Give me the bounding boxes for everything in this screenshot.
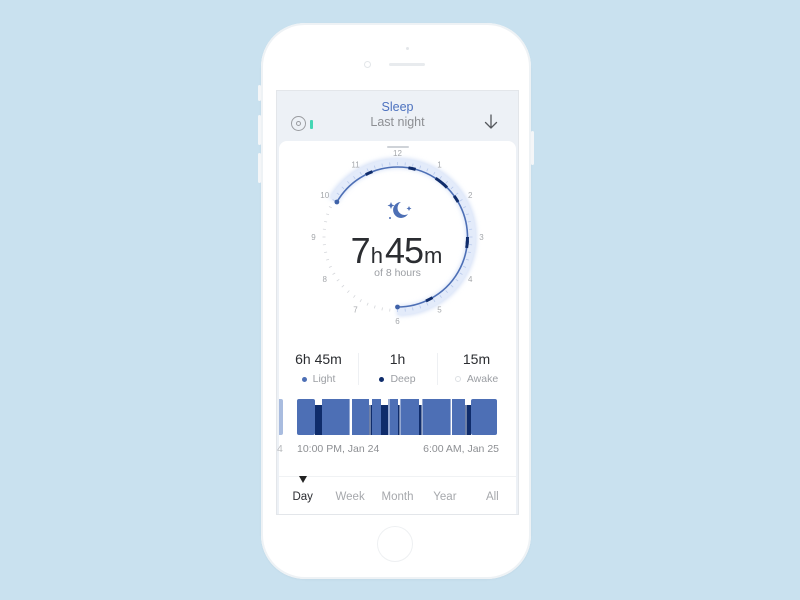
- stat-label: Light: [312, 373, 336, 385]
- timeline-segment-light: [372, 399, 381, 435]
- page-subtitle: Last night: [370, 115, 425, 129]
- timeline-segment-light: [452, 399, 465, 435]
- stat-deep: 1h Deep: [358, 347, 437, 395]
- hour-label: 6: [395, 317, 400, 326]
- sleep-start-dot: [334, 199, 340, 205]
- power-button: [531, 131, 534, 165]
- sleep-end-dot: [395, 304, 400, 310]
- duration-hours-unit: h: [370, 243, 383, 268]
- hour-label: 11: [351, 160, 360, 169]
- stat-value: 15m: [462, 351, 491, 367]
- hour-label: 1: [437, 160, 442, 169]
- timeline-start-label: 10:00 PM, Jan 24: [297, 443, 380, 455]
- timeline-segment-deep: [381, 405, 388, 435]
- tab-label: All: [485, 491, 499, 503]
- clock-tick: [341, 284, 345, 288]
- mute-switch: [258, 85, 261, 101]
- clock-tick: [373, 305, 376, 309]
- clock-tick: [366, 302, 369, 306]
- hour-label: 10: [320, 191, 329, 200]
- clock-tick: [347, 290, 350, 294]
- timeline-segment-light: [471, 399, 497, 435]
- timeline-segment-deep: [419, 405, 422, 435]
- duration-minutes: 45: [384, 230, 424, 271]
- moon-stars-icon: [387, 202, 412, 219]
- clock-tick: [336, 278, 340, 282]
- clock-tick: [328, 206, 332, 209]
- timeline-segment-light: [400, 399, 419, 435]
- clock-tick: [324, 221, 328, 223]
- timeline-segment-light: [322, 399, 350, 435]
- timeline-segment-light: [352, 399, 369, 435]
- stat-value: 1h: [389, 351, 406, 367]
- duration-minutes-unit: m: [424, 243, 443, 268]
- earpiece-speaker: [389, 63, 425, 66]
- page-title: Sleep: [381, 100, 414, 114]
- tab-label: Week: [335, 491, 365, 503]
- tab-day[interactable]: Day: [279, 476, 326, 514]
- proximity-sensor: [406, 47, 409, 50]
- timeline-segment-light: [422, 399, 451, 435]
- tab-month[interactable]: Month: [374, 477, 421, 514]
- volume-down-button: [258, 153, 261, 183]
- period-tabs: Day Week Month Year All: [279, 476, 516, 514]
- deep-sleep-marker: [408, 166, 417, 171]
- light-dot-icon: [301, 376, 307, 382]
- home-button[interactable]: [377, 526, 413, 562]
- tab-label: Month: [381, 491, 414, 503]
- sleep-goal: of 8 hours: [374, 267, 421, 279]
- download-arrow-icon[interactable]: [483, 113, 499, 131]
- timeline-segment-deep: [315, 405, 322, 435]
- stat-awake: 15m Awake: [437, 347, 516, 395]
- app-screen: Sleep Last night 12 1 2 3 4 5 6 7 8 9 10 11 7h: [276, 90, 519, 515]
- clock-tick: [326, 213, 330, 216]
- deep-dot-icon: [379, 376, 385, 382]
- stat-value: 6h 45m: [295, 351, 342, 367]
- duration-hours: 7: [350, 230, 371, 271]
- timeline-end-label: 6:00 AM, Jan 25: [423, 443, 499, 455]
- stat-label: Deep: [390, 373, 416, 385]
- prev-fragment-label: 4: [277, 443, 283, 455]
- awake-dot-icon: [454, 376, 461, 382]
- sleep-duration: 7h45m: [279, 230, 516, 272]
- hour-label: 5: [437, 306, 442, 315]
- sleep-card: 12 1 2 3 4 5 6 7 8 9 10 11 7h45m of 8 hours 6h 45m …: [277, 141, 516, 514]
- tab-all[interactable]: All: [469, 477, 516, 514]
- tab-label: Day: [292, 491, 313, 503]
- timeline-segment-deep: [369, 405, 372, 435]
- tab-year[interactable]: Year: [421, 477, 468, 514]
- timeline-segment-light: [388, 399, 398, 435]
- timeline-segment-light: [297, 399, 315, 435]
- clock-tick: [381, 307, 383, 311]
- stat-label: Awake: [466, 373, 499, 385]
- clock-tick: [359, 299, 362, 303]
- active-caret-icon: [298, 476, 307, 483]
- front-camera: [364, 61, 371, 68]
- tab-week[interactable]: Week: [326, 477, 373, 514]
- hour-label: 7: [353, 306, 358, 315]
- sleep-stage-timeline[interactable]: [279, 397, 516, 437]
- hour-label: 2: [468, 191, 473, 200]
- previous-night-fragment: [279, 399, 283, 435]
- stat-light: 6h 45m Light: [279, 347, 358, 395]
- volume-up-button: [258, 115, 261, 145]
- clock-tick: [353, 295, 356, 298]
- hour-label: 12: [393, 149, 402, 158]
- tab-label: Year: [433, 491, 457, 503]
- stage-stats: 6h 45m Light 1h Deep 15m Awake: [279, 347, 516, 395]
